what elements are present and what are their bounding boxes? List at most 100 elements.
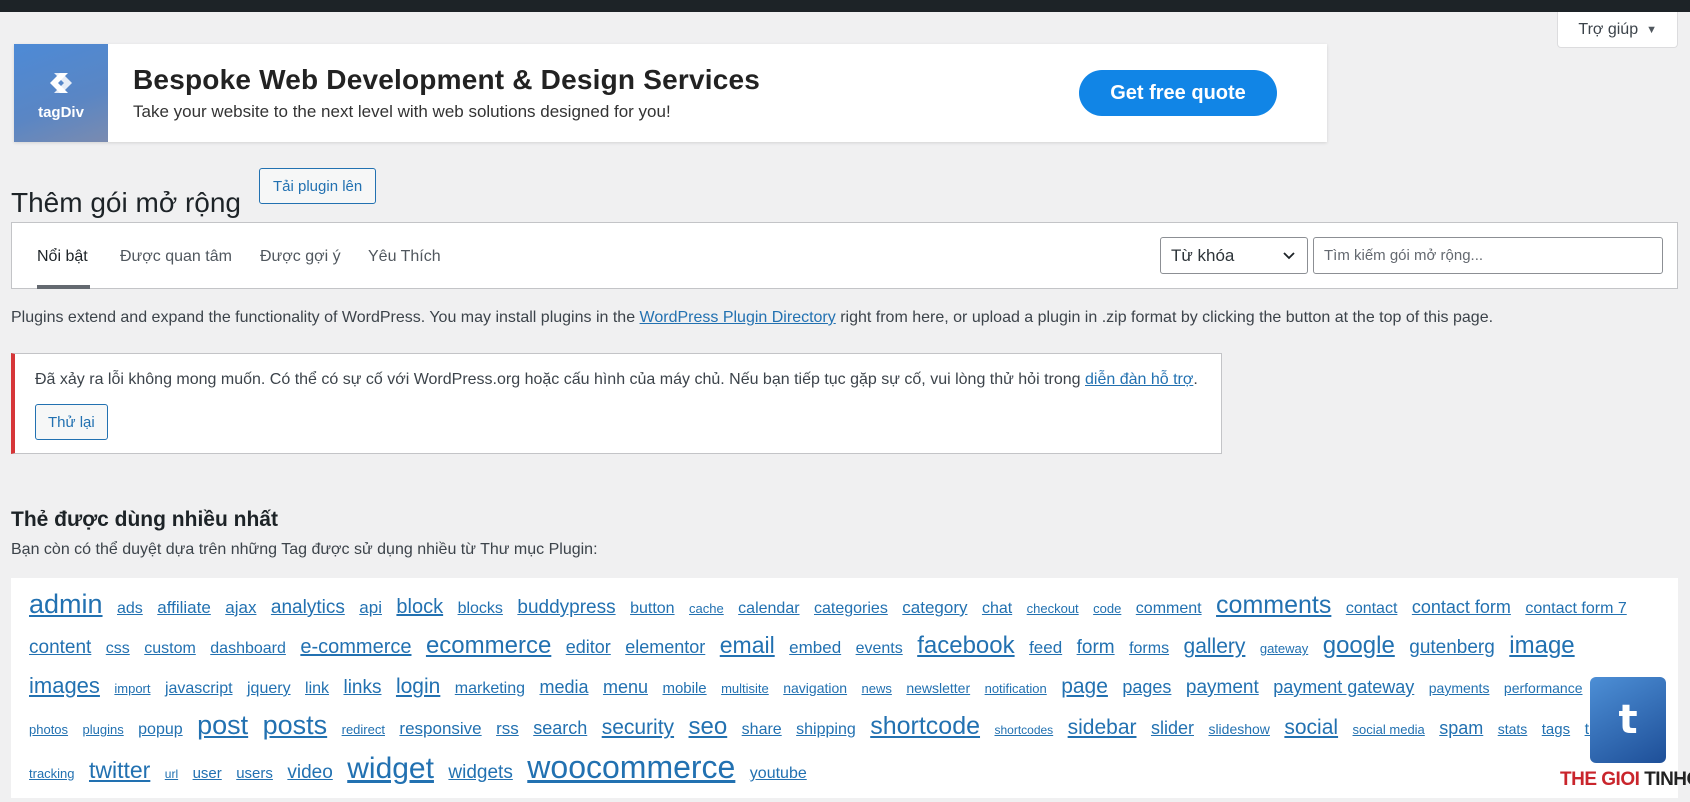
tag-link-admin[interactable]: admin — [29, 589, 103, 619]
tag-link-slideshow[interactable]: slideshow — [1208, 721, 1269, 737]
tag-link-notification[interactable]: notification — [985, 681, 1047, 696]
tag-link-gateway[interactable]: gateway — [1260, 641, 1308, 656]
tag-link-widgets[interactable]: widgets — [448, 762, 512, 783]
tag-link-import[interactable]: import — [114, 681, 150, 696]
tag-link-shortcodes[interactable]: shortcodes — [994, 723, 1053, 737]
tag-link-user[interactable]: user — [193, 765, 222, 782]
tag-link-calendar[interactable]: calendar — [738, 600, 799, 617]
tag-link-pages[interactable]: pages — [1122, 677, 1171, 697]
tag-link-social-media[interactable]: social media — [1353, 722, 1425, 737]
tag-link-button[interactable]: button — [630, 600, 674, 617]
tag-link-gallery[interactable]: gallery — [1184, 635, 1246, 658]
tag-link-gutenberg[interactable]: gutenberg — [1409, 637, 1495, 658]
tag-link-ads[interactable]: ads — [117, 600, 143, 617]
tag-link-events[interactable]: events — [856, 640, 903, 657]
tag-link-video[interactable]: video — [287, 762, 332, 783]
tag-link-facebook[interactable]: facebook — [917, 632, 1014, 659]
tag-link-newsletter[interactable]: newsletter — [906, 680, 970, 696]
tag-link-posts[interactable]: posts — [263, 710, 328, 740]
tag-link-post[interactable]: post — [197, 710, 248, 740]
try-again-button[interactable]: Thử lại — [35, 404, 108, 440]
tab-featured[interactable]: Nổi bật — [37, 248, 88, 266]
tag-link-email[interactable]: email — [720, 632, 775, 658]
tag-link-category[interactable]: category — [902, 598, 967, 617]
tag-link-links[interactable]: links — [343, 677, 381, 698]
upload-plugin-button[interactable]: Tải plugin lên — [259, 168, 377, 204]
tag-link-form[interactable]: form — [1077, 637, 1115, 658]
tag-link-url[interactable]: url — [165, 767, 178, 781]
tag-link-images[interactable]: images — [29, 673, 100, 698]
tag-link-content[interactable]: content — [29, 637, 91, 658]
tag-link-page[interactable]: page — [1061, 675, 1108, 698]
tag-link-ecommerce[interactable]: ecommerce — [426, 632, 551, 659]
tag-link-ajax[interactable]: ajax — [225, 598, 256, 617]
get-free-quote-button[interactable]: Get free quote — [1079, 70, 1277, 116]
tag-link-css[interactable]: css — [106, 640, 130, 657]
tag-link-api[interactable]: api — [359, 598, 382, 617]
tag-link-e-commerce[interactable]: e-commerce — [300, 636, 411, 658]
tag-link-security[interactable]: security — [602, 716, 674, 739]
tag-link-photos[interactable]: photos — [29, 722, 68, 737]
plugin-directory-link[interactable]: WordPress Plugin Directory — [640, 309, 836, 326]
tag-link-slider[interactable]: slider — [1151, 718, 1194, 738]
tag-link-plugins[interactable]: plugins — [83, 722, 124, 737]
tag-link-sidebar[interactable]: sidebar — [1068, 716, 1137, 739]
tag-link-marketing[interactable]: marketing — [455, 680, 525, 697]
tag-link-spam[interactable]: spam — [1439, 718, 1483, 738]
tag-link-widget[interactable]: widget — [347, 752, 434, 785]
tag-link-chat[interactable]: chat — [982, 600, 1012, 617]
tag-link-search[interactable]: search — [533, 718, 587, 738]
tag-link-media[interactable]: media — [539, 677, 588, 697]
tag-link-buddypress[interactable]: buddypress — [517, 597, 615, 618]
tag-link-multisite[interactable]: multisite — [721, 681, 769, 696]
tag-link-shortcode[interactable]: shortcode — [870, 712, 980, 740]
tag-link-seo[interactable]: seo — [689, 713, 728, 740]
tag-link-categories[interactable]: categories — [814, 600, 888, 617]
tag-link-share[interactable]: share — [742, 721, 782, 738]
tag-link-shipping[interactable]: shipping — [796, 721, 856, 738]
tag-link-contact-form-7[interactable]: contact form 7 — [1525, 600, 1626, 617]
tab-favorites[interactable]: Yêu Thích — [368, 248, 441, 266]
tag-link-popup[interactable]: popup — [138, 721, 183, 738]
tag-link-cache[interactable]: cache — [689, 601, 724, 616]
tag-link-editor[interactable]: editor — [566, 637, 611, 657]
tag-link-jquery[interactable]: jquery — [247, 680, 291, 697]
tag-link-blocks[interactable]: blocks — [458, 600, 503, 617]
tag-link-dashboard[interactable]: dashboard — [210, 640, 286, 657]
help-tab-button[interactable]: Trợ giúp ▼ — [1557, 12, 1678, 48]
tag-link-users[interactable]: users — [236, 765, 273, 782]
tag-link-feed[interactable]: feed — [1029, 638, 1062, 657]
tag-link-navigation[interactable]: navigation — [783, 680, 847, 696]
tag-link-responsive[interactable]: responsive — [399, 719, 481, 738]
tag-link-redirect[interactable]: redirect — [342, 722, 385, 737]
tag-link-google[interactable]: google — [1323, 632, 1395, 659]
tag-link-social[interactable]: social — [1284, 716, 1338, 739]
tab-popular[interactable]: Được quan tâm — [120, 248, 232, 266]
tag-link-elementor[interactable]: elementor — [625, 637, 705, 657]
tag-link-login[interactable]: login — [396, 675, 440, 698]
tag-link-mobile[interactable]: mobile — [662, 680, 706, 697]
tag-link-embed[interactable]: embed — [789, 638, 841, 657]
tag-link-menu[interactable]: menu — [603, 677, 648, 697]
plugin-search-input[interactable] — [1313, 237, 1663, 274]
tag-link-youtube[interactable]: youtube — [750, 765, 807, 782]
tag-link-javascript[interactable]: javascript — [165, 680, 233, 697]
tag-link-tracking[interactable]: tracking — [29, 766, 75, 781]
tag-link-woocommerce[interactable]: woocommerce — [527, 749, 735, 785]
tag-link-custom[interactable]: custom — [144, 640, 196, 657]
tag-link-forms[interactable]: forms — [1129, 640, 1169, 657]
tag-link-block[interactable]: block — [396, 596, 443, 618]
tag-link-rss[interactable]: rss — [496, 719, 519, 738]
tag-link-link[interactable]: link — [305, 680, 329, 697]
tag-link-payment[interactable]: payment — [1186, 677, 1259, 698]
tag-link-news[interactable]: news — [862, 681, 892, 696]
tag-link-analytics[interactable]: analytics — [271, 597, 345, 618]
tag-link-code[interactable]: code — [1093, 601, 1121, 616]
tag-link-twitter[interactable]: twitter — [89, 757, 150, 783]
support-forum-link[interactable]: diễn đàn hỗ trợ — [1085, 371, 1193, 388]
tag-link-contact[interactable]: contact — [1346, 600, 1398, 617]
tag-link-payments[interactable]: payments — [1429, 680, 1490, 696]
tag-link-contact-form[interactable]: contact form — [1412, 597, 1511, 617]
tag-link-affiliate[interactable]: affiliate — [157, 598, 211, 617]
tag-link-comment[interactable]: comment — [1136, 600, 1202, 617]
